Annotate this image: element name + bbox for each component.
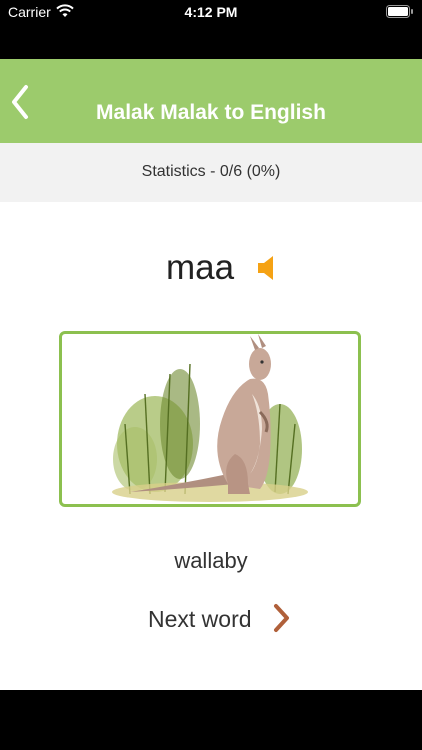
statistics-bar: Statistics - 0/6 (0%) [0,143,422,202]
speaker-icon[interactable] [257,254,277,282]
word-row: maa [0,246,422,292]
navigation-bar: Malak Malak to English [0,59,422,143]
chevron-right-icon [274,604,289,632]
next-word-button[interactable]: Next word [146,600,296,636]
wallaby-illustration [112,334,308,502]
app-screen: Carrier 4:12 PM Malak Malak to English S… [0,0,422,750]
next-word-label: Next word [148,606,252,632]
flashcard-content: maa wallaby Next word [0,202,422,690]
battery-icon [386,5,413,18]
page-title: Malak Malak to English [96,101,326,124]
status-bar: Carrier 4:12 PM [0,0,422,24]
image-frame [59,331,361,507]
source-word: maa [166,248,235,287]
status-time: 4:12 PM [184,4,238,20]
statistics-text: Statistics - 0/6 (0%) [141,163,281,180]
bottom-area [0,690,422,750]
translation-word: wallaby [174,548,248,573]
